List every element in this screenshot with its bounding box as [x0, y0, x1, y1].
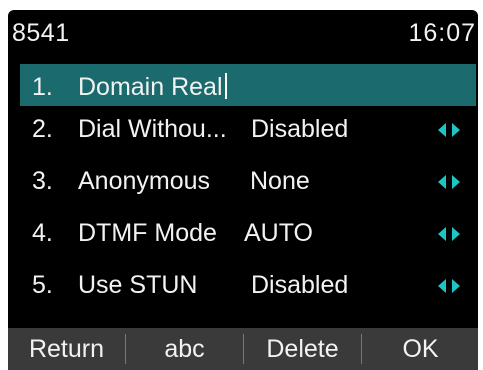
return-button[interactable]: Return: [8, 328, 125, 370]
status-bar: 8541 16:07: [8, 10, 478, 60]
menu-item-label: Dial Withou...: [78, 115, 227, 143]
arrow-right-icon[interactable]: [452, 227, 460, 241]
left-right-arrows-icon[interactable]: [438, 227, 466, 243]
left-right-arrows-icon[interactable]: [438, 175, 466, 191]
menu-item-number: 3.: [32, 167, 53, 195]
menu-item-number: 5.: [32, 271, 53, 299]
softkey-bar: Return abc Delete OK: [8, 328, 478, 370]
menu-item-label: Domain Real: [78, 73, 227, 102]
menu-item-value: Disabled: [251, 115, 349, 143]
menu-item-label: Anonymous: [78, 167, 211, 195]
delete-button[interactable]: Delete: [244, 328, 361, 370]
arrow-left-icon[interactable]: [438, 227, 446, 241]
ok-button[interactable]: OK: [362, 328, 478, 370]
settings-menu: 1. Domain Real 2. Dial Withou... Disable…: [20, 64, 476, 314]
abc-button[interactable]: abc: [126, 328, 243, 370]
arrow-right-icon[interactable]: [452, 123, 460, 137]
arrow-left-icon[interactable]: [438, 175, 446, 189]
menu-item-number: 1.: [32, 73, 53, 101]
arrow-right-icon[interactable]: [452, 175, 460, 189]
menu-item-value: None: [250, 167, 310, 195]
menu-item-label: DTMF Mode: [78, 219, 217, 247]
clock-time: 16:07: [408, 19, 476, 47]
arrow-left-icon[interactable]: [438, 279, 446, 293]
account-number: 8541: [12, 19, 70, 47]
menu-item-anonymous[interactable]: 3. Anonymous None: [20, 158, 476, 210]
arrow-left-icon[interactable]: [438, 123, 446, 137]
menu-item-value: AUTO: [244, 219, 313, 247]
phone-screen: 8541 16:07 1. Domain Real 2. Dial Withou…: [8, 10, 478, 370]
left-right-arrows-icon[interactable]: [438, 279, 466, 295]
arrow-right-icon[interactable]: [452, 279, 460, 293]
text-cursor: [224, 73, 227, 99]
menu-item-label: Use STUN: [78, 271, 198, 299]
menu-item-dial-without[interactable]: 2. Dial Withou... Disabled: [20, 106, 476, 158]
menu-item-number: 4.: [32, 219, 53, 247]
menu-item-value: Disabled: [251, 271, 349, 299]
menu-item-domain-realm[interactable]: 1. Domain Real: [20, 64, 476, 106]
menu-item-number: 2.: [32, 115, 53, 143]
left-right-arrows-icon[interactable]: [438, 123, 466, 139]
menu-item-dtmf-mode[interactable]: 4. DTMF Mode AUTO: [20, 210, 476, 262]
menu-item-use-stun[interactable]: 5. Use STUN Disabled: [20, 262, 476, 314]
